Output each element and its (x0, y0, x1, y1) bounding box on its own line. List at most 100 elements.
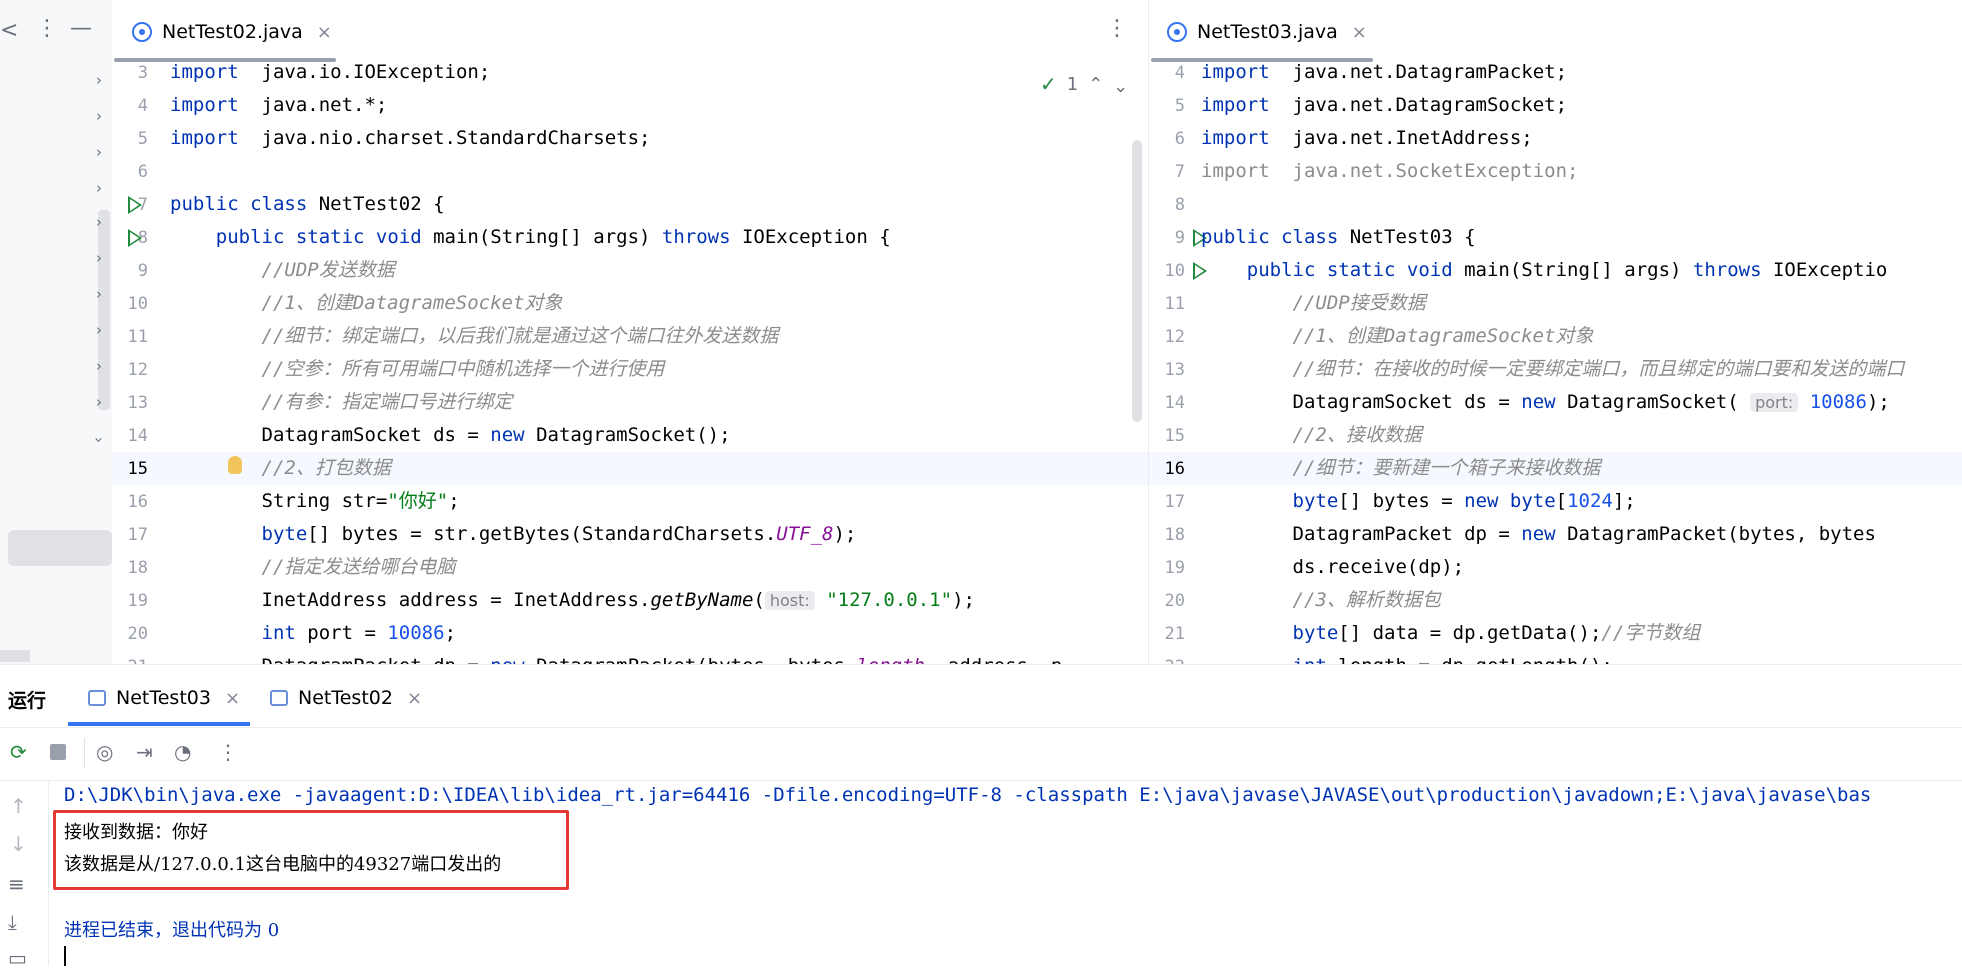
code-line[interactable]: int port = 10086; (170, 617, 457, 650)
line-number: 6 (1174, 129, 1185, 149)
code-line[interactable]: //UDP发送数据 (170, 254, 395, 287)
code-line[interactable]: //UDP接受数据 (1201, 287, 1426, 320)
code-token: DatagramSocket(); (524, 424, 731, 446)
line-number: 9 (1174, 228, 1185, 248)
line-number: 17 (1164, 492, 1185, 512)
code-line[interactable]: import java.net.DatagramPacket; (1201, 62, 1567, 89)
chevron-right-icon[interactable]: › (96, 394, 102, 410)
close-icon[interactable]: × (1352, 22, 1367, 43)
chevron-right-icon[interactable]: › (96, 214, 102, 230)
check-icon: ✓ (1040, 72, 1057, 96)
code-line[interactable]: import java.net.*; (170, 89, 387, 122)
selected-node[interactable] (8, 530, 112, 566)
code-line[interactable]: byte[] bytes = new byte[1024]; (1201, 485, 1636, 518)
chevron-down-icon[interactable]: ⌃ (1113, 74, 1128, 95)
code-token: //细节：要新建一个箱子来接收数据 (1292, 457, 1601, 479)
code-line[interactable]: String str="你好"; (170, 485, 460, 518)
run-tab-nettest02[interactable]: NetTest02 × (270, 682, 422, 714)
arrow-down-icon[interactable]: ↓ (10, 832, 27, 856)
tab-nettest02[interactable]: NetTest02.java × (132, 14, 332, 50)
gauge-icon[interactable]: ◔ (174, 740, 191, 764)
chevron-right-icon[interactable]: › (96, 250, 102, 266)
editor-scrollbar[interactable] (1132, 140, 1142, 422)
back-icon[interactable]: < (0, 18, 18, 43)
code-line[interactable]: byte[] data = dp.getData();//字节数组 (1201, 617, 1701, 650)
right-code-editor[interactable]: 4 import java.net.DatagramPacket; 5 import … (1148, 62, 1962, 664)
strip-hscroll[interactable] (0, 650, 30, 662)
code-line[interactable]: public class NetTest02 { (170, 188, 445, 221)
code-line[interactable]: DatagramSocket ds = new DatagramSocket( … (1201, 386, 1890, 419)
code-line[interactable]: import java.net.DatagramSocket; (1201, 89, 1567, 122)
divider (0, 780, 1962, 781)
code-token: ( (753, 589, 765, 611)
tab-label: NetTest03.java (1197, 21, 1338, 43)
code-line[interactable]: DatagramSocket ds = new DatagramSocket()… (170, 419, 731, 452)
close-icon[interactable]: × (407, 688, 422, 709)
code-line[interactable]: InetAddress address = InetAddress.getByN… (170, 584, 975, 617)
code-token: import (1201, 127, 1270, 149)
chevron-right-icon[interactable]: › (96, 358, 102, 374)
more-icon[interactable]: ⋮ (36, 16, 58, 41)
code-line[interactable]: int length = dp.getLength(); (1201, 650, 1613, 664)
run-gutter-icon[interactable] (128, 196, 142, 214)
chevron-right-icon[interactable]: › (96, 144, 102, 160)
code-line[interactable]: public static void main(String[] args) t… (1201, 254, 1888, 287)
chevron-right-icon[interactable]: › (96, 180, 102, 196)
code-line[interactable]: //细节：要新建一个箱子来接收数据 (1201, 452, 1601, 485)
camera-icon[interactable]: ◎ (96, 740, 113, 764)
code-token: IOException { (730, 226, 891, 248)
code-line[interactable]: //1、创建DatagrameSocket对象 (170, 287, 563, 320)
code-line[interactable]: //3、解析数据包 (1201, 584, 1441, 617)
code-token: //3、解析数据包 (1292, 589, 1441, 611)
stop-icon[interactable] (50, 744, 66, 760)
chevron-up-icon[interactable]: ⌃ (1088, 74, 1103, 95)
tab-nettest03[interactable]: NetTest03.java × (1167, 14, 1367, 50)
code-line[interactable]: import java.nio.charset.StandardCharsets… (170, 122, 650, 155)
more-icon[interactable]: ⋮ (218, 740, 238, 764)
code-line[interactable]: import java.net.InetAddress; (1201, 122, 1533, 155)
code-token: //空参：所有可用端口中随机选择一个进行使用 (261, 358, 665, 380)
code-line[interactable]: //2、打包数据 (170, 452, 391, 485)
chevron-right-icon[interactable]: › (96, 286, 102, 302)
run-tab-nettest03[interactable]: NetTest03 × (88, 682, 240, 714)
close-icon[interactable]: × (317, 22, 332, 43)
chevron-right-icon[interactable]: › (96, 322, 102, 338)
print-icon[interactable]: ▭ (8, 946, 27, 970)
code-token: import (170, 127, 239, 149)
close-icon[interactable]: × (225, 688, 240, 709)
code-token: //细节：绑定端口，以后我们就是通过这个端口往外发送数据 (261, 325, 779, 347)
code-line[interactable]: public static void main(String[] args) t… (170, 221, 891, 254)
code-line[interactable]: //有参：指定端口号进行绑定 (170, 386, 513, 419)
chevron-right-icon[interactable]: › (96, 108, 102, 124)
code-line[interactable]: DatagramPacket dp = new DatagramPacket(b… (170, 650, 1063, 664)
code-line[interactable]: public class NetTest03 { (1201, 221, 1476, 254)
arrow-up-icon[interactable]: ↑ (10, 794, 27, 818)
code-line[interactable]: import java.io.IOException; (170, 62, 490, 89)
inspection-widget[interactable]: ✓ 1 ⌃ ⌃ (1040, 72, 1129, 96)
code-line[interactable]: byte[] bytes = str.getBytes(StandardChar… (170, 518, 857, 551)
chevron-down-icon[interactable]: › (90, 437, 108, 443)
strip-scrollbar[interactable] (98, 210, 110, 410)
code-token: import (1201, 94, 1270, 116)
code-line[interactable]: import java.net.SocketException; (1201, 155, 1579, 188)
minimize-icon[interactable]: — (70, 16, 92, 41)
code-line[interactable]: //细节：绑定端口，以后我们就是通过这个端口往外发送数据 (170, 320, 779, 353)
code-line[interactable]: ds.receive(dp); (1201, 551, 1465, 584)
code-line[interactable]: //细节：在接收的时候一定要绑定端口，而且绑定的端口要和发送的端口 (1201, 353, 1905, 386)
code-token: String str= (170, 490, 388, 512)
left-code-editor[interactable]: 3 import java.io.IOException; 4 import java… (112, 62, 1148, 664)
code-line[interactable]: DatagramPacket dp = new DatagramPacket(b… (1201, 518, 1876, 551)
chevron-right-icon[interactable]: › (96, 72, 102, 88)
code-line[interactable]: //2、接收数据 (1201, 419, 1422, 452)
code-line[interactable]: //空参：所有可用端口中随机选择一个进行使用 (170, 353, 665, 386)
tab-menu-icon[interactable]: ⋮ (1106, 16, 1128, 41)
scroll-to-end-icon[interactable]: ⤓ (8, 910, 17, 934)
run-gutter-icon[interactable] (128, 229, 142, 247)
code-line[interactable]: //1、创建DatagrameSocket对象 (1201, 320, 1594, 353)
login-icon[interactable]: ⇥ (136, 740, 153, 764)
rerun-icon[interactable]: ⟳ (10, 740, 27, 764)
soft-wrap-icon[interactable]: ≡ (8, 872, 25, 896)
code-token: byte (1292, 622, 1339, 644)
line-number: 9 (137, 261, 148, 281)
code-line[interactable]: //指定发送给哪台电脑 (170, 551, 456, 584)
